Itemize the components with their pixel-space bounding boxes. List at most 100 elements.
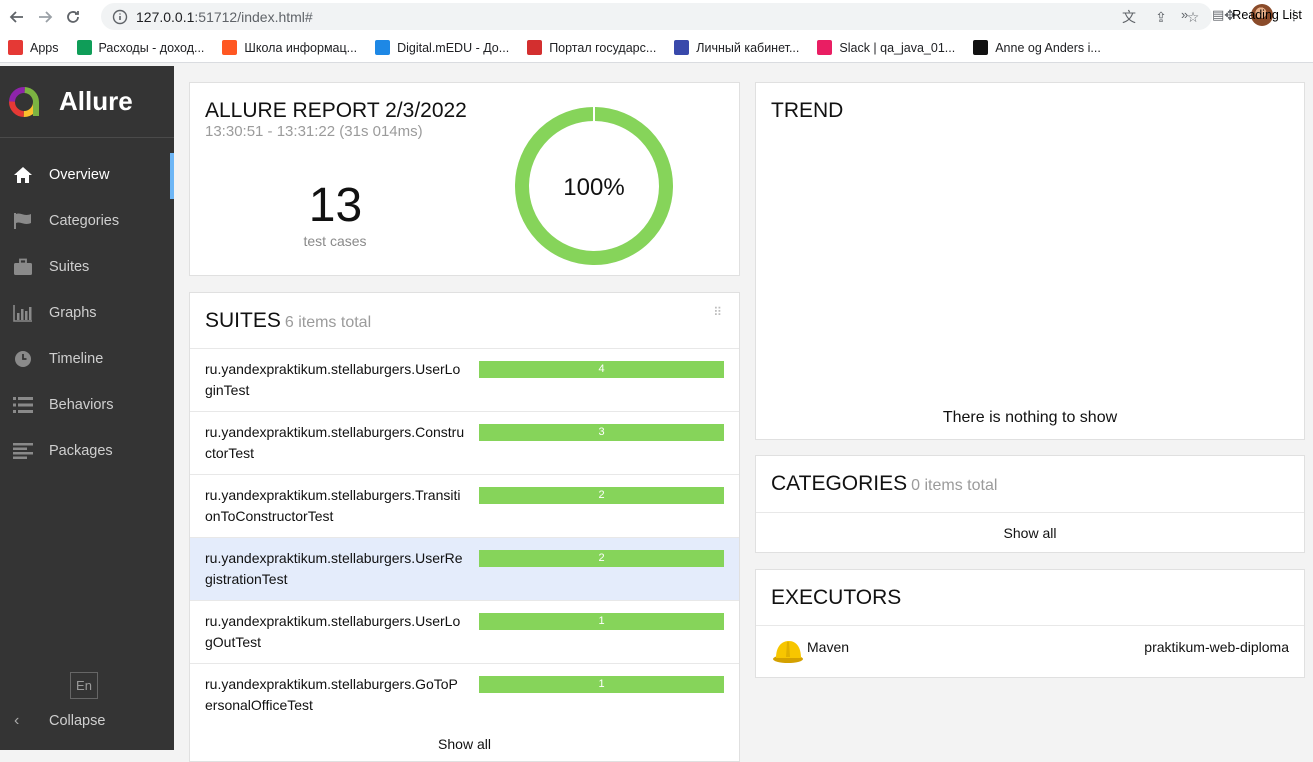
suite-status-bar[interactable]: 1 [479, 676, 724, 693]
bookmarks-bar: Apps Расходы - доход... Школа информац... D… [0, 33, 1313, 63]
suites-header: SUITES 6 items total [205, 309, 371, 333]
list-icon [11, 395, 35, 415]
reading-list-button[interactable]: ▤ Reading List [1212, 7, 1302, 23]
bookmark-item[interactable]: Anne og Anders i... [973, 40, 1101, 55]
suite-name: ru.yandexpraktikum.stellaburgers.GoToPer… [205, 676, 458, 713]
suite-status-bar[interactable]: 3 [479, 424, 724, 441]
drag-handle-icon[interactable]: ⠿ [713, 306, 723, 318]
bookmark-label: Digital.mEDU - До... [397, 40, 510, 55]
suite-status-bar[interactable]: 2 [479, 487, 724, 504]
suite-row[interactable]: ru.yandexpraktikum.stellaburgers.Transit… [190, 474, 739, 537]
sidebar-item-packages[interactable]: Packages [0, 428, 174, 474]
sidebar-item-label: Overview [49, 167, 110, 183]
sidebar-item-overview[interactable]: Overview [0, 152, 174, 199]
executors-title: EXECUTORS [771, 586, 902, 609]
browser-toolbar: 127.0.0.1:51712/index.html# 文 ⇪ ☆ ✥ ⋮ [0, 0, 1313, 33]
sidebar: Allure Overview Categories Suites Graphs Tim… [0, 66, 174, 750]
executors-widget: EXECUTORS Maven praktikum-web-diploma [755, 569, 1305, 678]
bookmark-item[interactable]: Школа информац... [222, 40, 357, 55]
bookmark-favicon-icon [674, 40, 690, 55]
info-icon[interactable] [112, 9, 128, 25]
collapse-label: Collapse [49, 713, 106, 729]
chevron-left-icon: ‹ [14, 712, 20, 729]
home-icon [11, 165, 35, 185]
donut-percent: 100% [563, 174, 624, 201]
arrow-right-icon [39, 10, 53, 23]
suite-name: ru.yandexpraktikum.stellaburgers.Transit… [205, 487, 461, 524]
sidebar-item-categories[interactable]: Categories [0, 198, 174, 244]
bookmark-label: Школа информац... [244, 40, 358, 55]
trend-title: TREND [771, 99, 844, 122]
suite-status-bar[interactable]: 1 [479, 613, 724, 630]
bookmark-label: Anne og Anders i... [995, 40, 1101, 55]
apps-grid-icon [8, 40, 23, 55]
suite-row[interactable]: ru.yandexpraktikum.stellaburgers.GoToPer… [190, 663, 739, 726]
bar-chart-icon [11, 303, 35, 323]
suite-name: ru.yandexpraktikum.stellaburgers.UserLog… [205, 613, 461, 650]
categories-count: 0 items total [911, 477, 998, 494]
bookmark-favicon-icon [973, 40, 989, 55]
test-case-label: test cases [303, 233, 367, 249]
share-icon[interactable]: ⇪ [1150, 7, 1172, 27]
forward-button[interactable] [34, 6, 56, 28]
bookmark-label: Slack | qa_java_01... [839, 40, 956, 55]
back-button[interactable] [6, 6, 28, 28]
suite-status-bar[interactable]: 4 [479, 361, 724, 378]
suite-name: ru.yandexpraktikum.stellaburgers.UserReg… [205, 550, 463, 587]
suite-row[interactable]: ru.yandexpraktikum.stellaburgers.UserLog… [190, 348, 739, 411]
sidebar-item-label: Behaviors [49, 397, 114, 413]
bookmark-item[interactable]: Slack | qa_java_01... [817, 40, 955, 55]
suite-status-bar[interactable]: 2 [479, 550, 724, 567]
collapse-button[interactable]: ‹ Collapse [14, 712, 105, 730]
reading-list-label: Reading List [1232, 8, 1302, 22]
bookmarks-more-button[interactable]: » [1181, 7, 1188, 22]
briefcase-icon [11, 257, 35, 277]
sidebar-item-suites[interactable]: Suites [0, 244, 174, 290]
reading-list-icon: ▤ [1212, 7, 1225, 22]
executor-build-name[interactable]: praktikum-web-diploma [1144, 639, 1289, 655]
success-donut-chart[interactable]: 100% [515, 107, 673, 265]
bookmark-item[interactable]: Расходы - доход... [76, 40, 205, 55]
report-time: 13:30:51 - 13:31:22 (31s 014ms) [205, 123, 423, 140]
bookmark-label: Расходы - доход... [98, 40, 205, 55]
allure-logo-icon [9, 86, 39, 117]
bookmark-item[interactable]: Digital.mEDU - До... [375, 40, 509, 55]
bookmark-label: Apps [30, 40, 59, 55]
suite-row[interactable]: ru.yandexpraktikum.stellaburgers.UserLog… [190, 600, 739, 663]
bookmark-item[interactable]: Личный кабинет... [674, 40, 799, 55]
flag-icon [11, 211, 35, 231]
url-text[interactable]: 127.0.0.1:51712/index.html# [136, 9, 313, 25]
trend-widget: TREND There is nothing to show [755, 82, 1305, 440]
sidebar-item-timeline[interactable]: Timeline [0, 336, 174, 382]
categories-widget: CATEGORIES 0 items total Show all [755, 455, 1305, 553]
categories-show-all-link[interactable]: Show all [756, 512, 1304, 553]
arrow-left-icon [9, 10, 23, 23]
bookmark-favicon-icon [76, 40, 92, 55]
sidebar-item-label: Packages [49, 443, 113, 459]
translate-icon[interactable]: 文 [1118, 7, 1140, 27]
sidebar-item-label: Graphs [49, 305, 97, 321]
clock-icon [11, 349, 35, 369]
reload-button[interactable] [62, 6, 84, 28]
sidebar-item-graphs[interactable]: Graphs [0, 290, 174, 336]
bookmark-favicon-icon [817, 40, 833, 55]
suites-widget: SUITES 6 items total ⠿ ru.yandexpraktikum… [189, 292, 740, 762]
suites-title: SUITES [205, 309, 281, 332]
brand[interactable]: Allure [0, 66, 174, 138]
sidebar-item-behaviors[interactable]: Behaviors [0, 382, 174, 428]
reload-icon [67, 10, 79, 23]
url-path: :51712/index.html# [194, 8, 313, 25]
executor-name: Maven [807, 639, 850, 655]
suite-row[interactable]: ru.yandexpraktikum.stellaburgers.Constru… [190, 411, 739, 474]
hard-hat-icon [773, 641, 803, 663]
bookmark-favicon-icon [375, 40, 391, 55]
suite-row[interactable]: ru.yandexpraktikum.stellaburgers.UserReg… [190, 537, 739, 600]
bookmark-item[interactable]: Портал государс... [527, 40, 656, 55]
test-case-count: 13 [308, 179, 363, 232]
bookmark-item[interactable]: Apps [8, 40, 59, 55]
language-switch[interactable]: En [70, 672, 98, 699]
categories-header: CATEGORIES 0 items total [771, 472, 997, 496]
executor-row[interactable]: Maven praktikum-web-diploma [756, 625, 1304, 678]
bookmark-favicon-icon [527, 40, 543, 55]
address-bar[interactable]: 127.0.0.1:51712/index.html# 文 ⇪ ☆ [101, 3, 1212, 30]
